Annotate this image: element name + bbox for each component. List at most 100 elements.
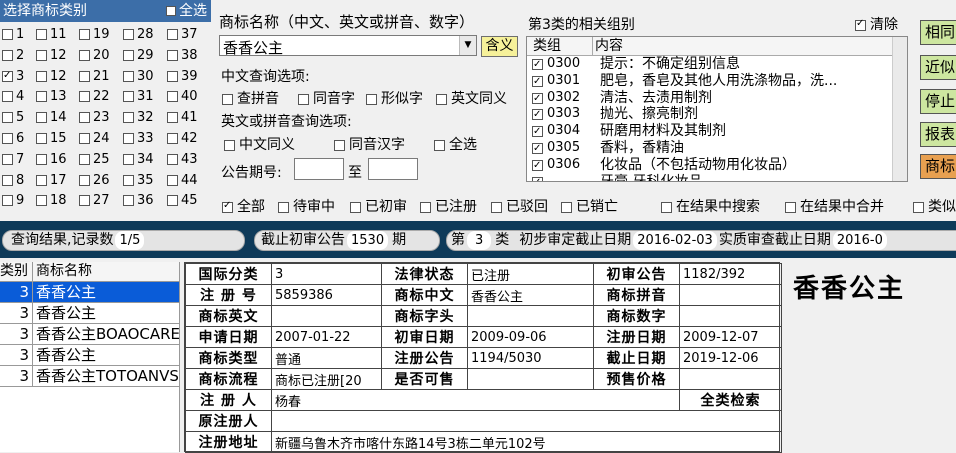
- opt-en-synonym-checkbox[interactable]: [436, 93, 447, 105]
- class-checkbox[interactable]: [79, 91, 90, 103]
- class-option[interactable]: 36: [123, 194, 154, 208]
- group-row[interactable]: 0305 香料，香精油: [527, 140, 907, 157]
- group-row[interactable]: 0302 清洁、去渍用制剂: [527, 90, 907, 107]
- class-checkbox[interactable]: [123, 91, 134, 103]
- class-option[interactable]: 6: [2, 132, 24, 146]
- class-checkbox[interactable]: [36, 70, 47, 82]
- trademark-button[interactable]: 商标: [920, 154, 956, 179]
- class-option[interactable]: 41: [167, 111, 198, 125]
- filter-option[interactable]: 全部: [222, 196, 265, 216]
- group-row[interactable]: 0304 研磨用材料及其制剂: [527, 123, 907, 140]
- group-checkbox[interactable]: [532, 158, 543, 174]
- opt-similar-shape-checkbox[interactable]: [366, 93, 377, 105]
- clear-groups[interactable]: 清除: [855, 14, 898, 34]
- opt-homophone-cn[interactable]: 同音汉字: [334, 134, 405, 154]
- class-option[interactable]: 5: [2, 111, 24, 125]
- class-option[interactable]: 2: [2, 48, 24, 63]
- result-row[interactable]: 3 香香公主TOTOANVS: [0, 366, 179, 387]
- class-checkbox[interactable]: [123, 70, 134, 82]
- class-checkbox[interactable]: [167, 70, 178, 82]
- class-checkbox[interactable]: [2, 29, 13, 40]
- class-option[interactable]: 34: [123, 152, 154, 167]
- opt-select-all-checkbox[interactable]: [434, 139, 445, 151]
- class-option[interactable]: 7: [2, 152, 24, 167]
- group-row[interactable]: 0301 肥皂，香皂及其他人用洗涤物品，洗...: [527, 73, 907, 90]
- class-checkbox[interactable]: [2, 49, 13, 61]
- group-table-scrollbar[interactable]: [892, 37, 907, 181]
- group-row[interactable]: 0303 抛光、擦亮制剂: [527, 106, 907, 123]
- class-checkbox[interactable]: [36, 153, 47, 165]
- class-option[interactable]: 23: [79, 111, 110, 125]
- class-option[interactable]: 42: [167, 132, 198, 146]
- class-checkbox[interactable]: [167, 91, 178, 103]
- class-checkbox[interactable]: [36, 174, 47, 186]
- search-mode-checkbox[interactable]: [913, 201, 924, 213]
- search-mode-option[interactable]: 在结果中搜索: [661, 196, 760, 216]
- result-row[interactable]: 3 香香公主: [0, 345, 179, 366]
- class-checkbox[interactable]: [36, 49, 47, 61]
- class-checkbox[interactable]: [167, 153, 178, 165]
- class-checkbox[interactable]: [167, 174, 178, 186]
- select-all-classes[interactable]: 全选: [166, 0, 207, 22]
- filter-option[interactable]: 已注册: [420, 196, 477, 216]
- filter-checkbox[interactable]: [420, 201, 431, 213]
- class-option[interactable]: 40: [167, 90, 198, 104]
- class-checkbox[interactable]: [123, 133, 134, 144]
- class-checkbox[interactable]: [123, 29, 134, 40]
- class-checkbox[interactable]: [79, 153, 90, 165]
- period-from-input[interactable]: [294, 158, 344, 180]
- class-option[interactable]: 14: [36, 111, 67, 125]
- class-option[interactable]: 38: [167, 48, 198, 63]
- all-class-search[interactable]: 全类检索: [679, 389, 782, 411]
- class-option[interactable]: 22: [79, 90, 110, 104]
- class-option[interactable]: 44: [167, 173, 198, 188]
- class-checkbox[interactable]: [167, 195, 178, 207]
- class-checkbox[interactable]: [123, 174, 134, 186]
- class-checkbox[interactable]: [167, 29, 178, 40]
- group-checkbox[interactable]: [532, 91, 543, 107]
- group-checkbox[interactable]: [532, 175, 543, 181]
- class-option[interactable]: 18: [36, 194, 67, 208]
- opt-homophone[interactable]: 同音字: [298, 88, 355, 108]
- class-option[interactable]: 15: [36, 132, 67, 146]
- class-option[interactable]: 26: [79, 173, 110, 188]
- class-checkbox[interactable]: [2, 112, 13, 124]
- class-checkbox[interactable]: [79, 195, 90, 207]
- opt-similar-shape[interactable]: 形似字: [366, 88, 423, 108]
- class-option[interactable]: 30: [123, 69, 154, 84]
- class-option[interactable]: 9: [2, 194, 24, 208]
- class-option[interactable]: 4: [2, 90, 24, 104]
- class-checkbox[interactable]: [2, 195, 13, 207]
- class-option[interactable]: 21: [79, 69, 110, 84]
- class-option[interactable]: 12: [36, 69, 67, 84]
- class-checkbox[interactable]: [79, 49, 90, 61]
- stop-button[interactable]: 停止: [920, 89, 956, 114]
- search-mode-checkbox[interactable]: [785, 201, 796, 213]
- group-row[interactable]: 牙膏 牙科化妆品: [527, 174, 907, 181]
- class-option[interactable]: 1: [2, 28, 24, 42]
- class-option[interactable]: 45: [167, 194, 198, 208]
- group-row[interactable]: 0300 提示：不确定组别信息: [527, 56, 907, 73]
- class-checkbox[interactable]: [167, 112, 178, 124]
- filter-option[interactable]: 已销亡: [561, 196, 618, 216]
- report-button[interactable]: 报表: [920, 122, 956, 147]
- class-option[interactable]: 11: [36, 28, 67, 42]
- class-checkbox[interactable]: [2, 153, 13, 165]
- class-option[interactable]: 20: [79, 48, 110, 63]
- class-option[interactable]: 37: [167, 28, 198, 42]
- group-checkbox[interactable]: [532, 124, 543, 140]
- class-option[interactable]: 8: [2, 173, 24, 188]
- class-option[interactable]: 19: [79, 28, 110, 42]
- class-option[interactable]: 32: [123, 111, 154, 125]
- group-checkbox[interactable]: [532, 57, 543, 73]
- select-all-checkbox[interactable]: [166, 6, 176, 16]
- trademark-name-combo[interactable]: 香香公主 ▼: [219, 35, 477, 57]
- result-row[interactable]: 3 香香公主: [0, 303, 179, 324]
- search-mode-checkbox[interactable]: [661, 201, 672, 213]
- class-checkbox[interactable]: [123, 153, 134, 165]
- class-checkbox[interactable]: [36, 133, 47, 144]
- opt-homophone-cn-checkbox[interactable]: [334, 139, 345, 151]
- opt-en-synonym[interactable]: 英文同义: [436, 88, 507, 108]
- filter-option[interactable]: 已初审: [350, 196, 407, 216]
- filter-checkbox[interactable]: [491, 201, 502, 213]
